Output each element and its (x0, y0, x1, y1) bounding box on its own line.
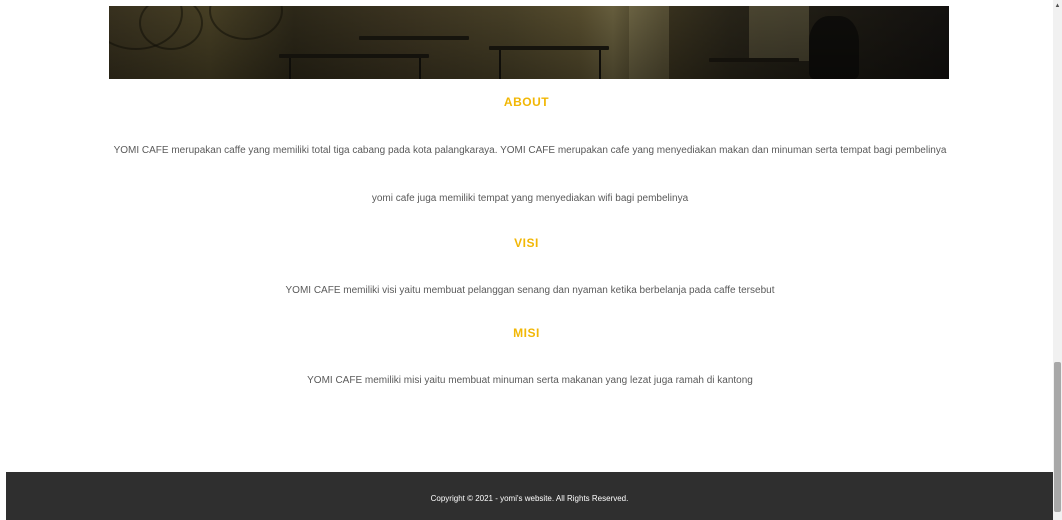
hero-image (109, 6, 949, 79)
vertical-scrollbar[interactable]: ▲ (1053, 0, 1062, 520)
page: ABOUT YOMI CAFE merupakan caffe yang mem… (0, 0, 1062, 520)
triangle-up-icon[interactable]: ▲ (1053, 0, 1062, 12)
visi-heading: VISI (514, 236, 539, 250)
scrollbar-thumb[interactable] (1054, 362, 1061, 512)
misi-heading: MISI (513, 326, 540, 340)
about-paragraph-2: yomi cafe juga memiliki tempat yang meny… (371, 193, 689, 204)
about-heading: ABOUT (503, 95, 550, 109)
footer-copyright: Copyright © 2021 - yomi's website. All R… (430, 494, 629, 503)
about-paragraph-1: YOMI CAFE merupakan caffe yang memiliki … (113, 145, 947, 156)
main-content: ABOUT YOMI CAFE merupakan caffe yang mem… (0, 0, 1053, 520)
visi-paragraph: YOMI CAFE memiliki visi yaitu membuat pe… (285, 285, 775, 296)
misi-paragraph: YOMI CAFE memiliki misi yaitu membuat mi… (307, 375, 753, 386)
footer: Copyright © 2021 - yomi's website. All R… (6, 472, 1053, 520)
hero-shade (109, 6, 949, 79)
